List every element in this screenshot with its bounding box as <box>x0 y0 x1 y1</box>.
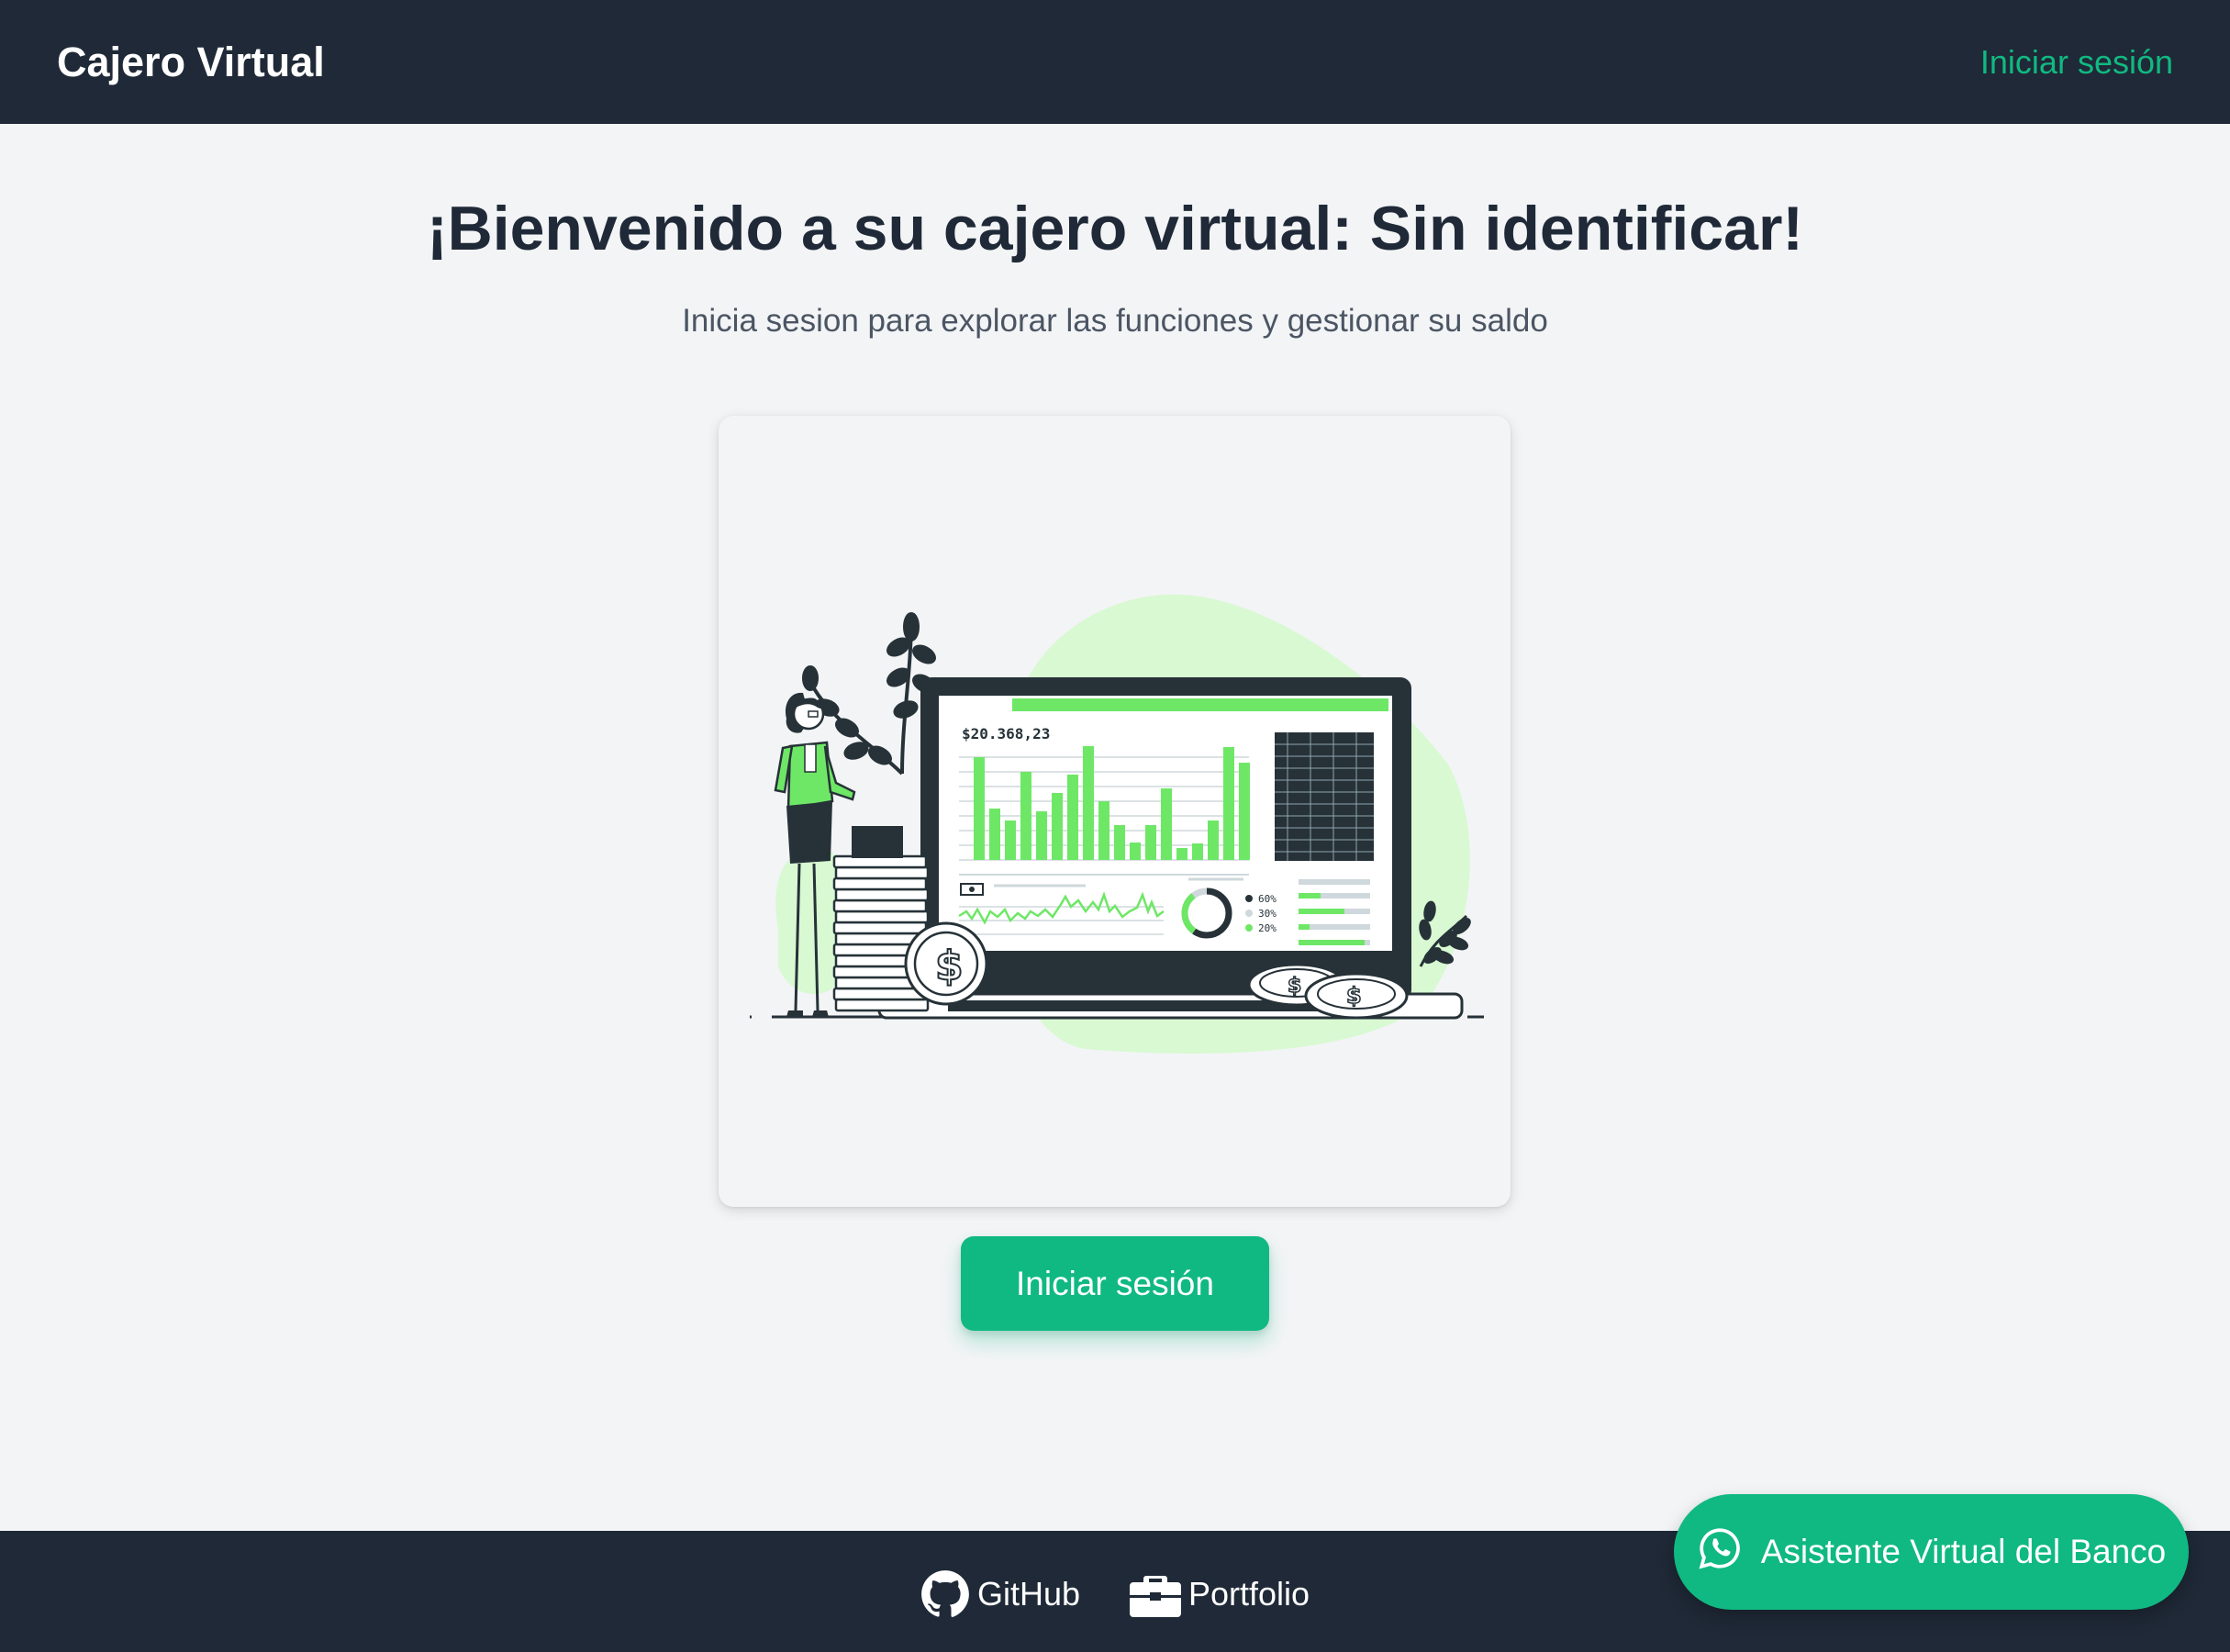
svg-text:$: $ <box>1288 975 1301 998</box>
donut-legend-30: 30% <box>1258 908 1277 920</box>
portfolio-label: Portfolio <box>1187 1575 1310 1613</box>
box-on-stack <box>852 826 903 858</box>
donut-legend-20: 20% <box>1258 922 1277 934</box>
svg-text:$: $ <box>1346 983 1362 1009</box>
nav-login-link[interactable]: Iniciar sesión <box>1980 43 2173 82</box>
github-link[interactable]: GitHub <box>920 1569 1080 1619</box>
brand-logo-text[interactable]: Cajero Virtual <box>57 39 325 86</box>
main-content: ¡Bienvenido a su cajero virtual: Sin ide… <box>0 124 2230 1531</box>
top-navbar: Cajero Virtual Iniciar sesión <box>0 0 2230 124</box>
svg-text:$: $ <box>935 943 964 989</box>
large-coin-icon: $ <box>904 921 988 1006</box>
donut-legend-60: 60% <box>1258 893 1277 905</box>
github-label: GitHub <box>976 1575 1080 1613</box>
github-icon <box>920 1569 970 1619</box>
virtual-assistant-label: Asistente Virtual del Banco <box>1760 1533 2167 1570</box>
balance-label: $20.368,23 <box>962 725 1050 742</box>
finance-dashboard-illustration: $20.368,23 60% 30% 20% $ $ $ <box>750 594 1484 1054</box>
portfolio-link[interactable]: Portfolio <box>1129 1571 1310 1617</box>
briefcase-icon <box>1129 1571 1181 1617</box>
whatsapp-icon <box>1697 1525 1743 1579</box>
virtual-assistant-button[interactable]: Asistente Virtual del Banco <box>1674 1494 2189 1610</box>
page-subtitle: Inicia sesion para explorar las funcione… <box>682 303 1548 339</box>
login-button[interactable]: Iniciar sesión <box>961 1236 1269 1331</box>
data-table <box>1275 732 1374 861</box>
illustration-card: $20.368,23 60% 30% 20% $ $ $ <box>719 416 1511 1207</box>
page-title: ¡Bienvenido a su cajero virtual: Sin ide… <box>426 194 1804 263</box>
